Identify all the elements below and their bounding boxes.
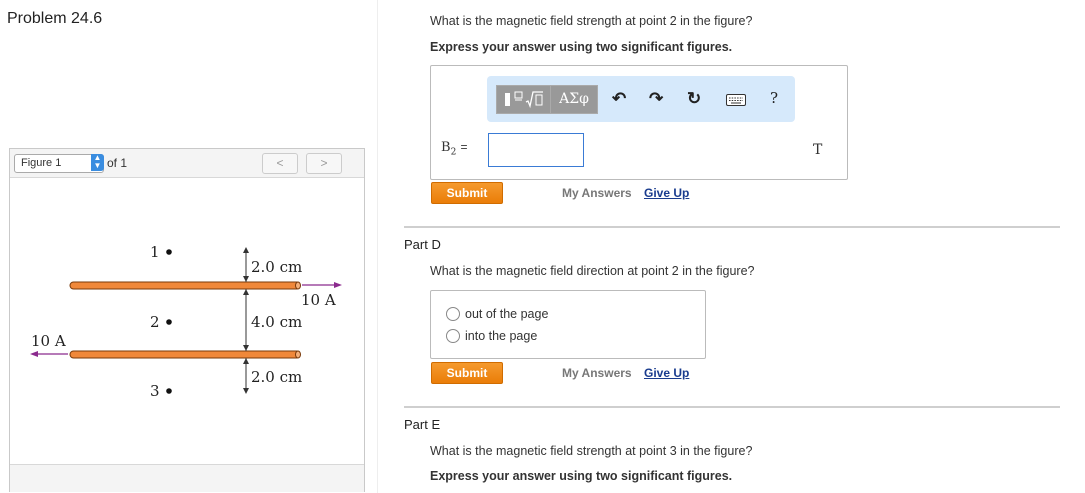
part-e-instruction: Express your answer using two significan… bbox=[430, 469, 733, 483]
undo-icon[interactable]: ↶ bbox=[612, 89, 626, 109]
part-c-submit-button[interactable]: Submit bbox=[431, 182, 503, 204]
section-divider bbox=[404, 226, 1060, 228]
part-d-options: out of the page into the page bbox=[430, 290, 706, 359]
equals-sign: = bbox=[460, 140, 468, 154]
point-3-dot bbox=[166, 388, 172, 394]
figure-select[interactable]: Figure 1 ▲ ▼ bbox=[14, 154, 104, 173]
answer-input[interactable] bbox=[488, 133, 584, 167]
dimension-arrowhead bbox=[243, 247, 249, 253]
top-current-arrowhead bbox=[334, 282, 342, 288]
part-c-question: What is the magnetic field strength at p… bbox=[430, 14, 753, 28]
part-c-instruction: Express your answer using two significan… bbox=[430, 40, 733, 54]
figure-diagram: 1 2 3 2.0 cm 4.0 cm 2.0 cm 10 A 10 A bbox=[30, 243, 342, 400]
previous-figure-button[interactable]: < bbox=[262, 153, 298, 174]
part-e-question: What is the magnetic field strength at p… bbox=[430, 444, 753, 458]
part-c-give-up-link[interactable]: Give Up bbox=[644, 186, 689, 200]
variable-symbol: B bbox=[441, 140, 451, 155]
option-into-page[interactable]: into the page bbox=[465, 329, 537, 343]
bottom-wire bbox=[69, 350, 301, 359]
dimension-arrowhead bbox=[243, 276, 249, 282]
radio-into-page[interactable] bbox=[446, 329, 460, 343]
dimension-arrowhead bbox=[243, 345, 249, 351]
point-2-dot bbox=[166, 319, 172, 325]
column-divider bbox=[377, 0, 378, 493]
top-wire bbox=[69, 281, 301, 290]
bottom-current-label: 10 A bbox=[31, 332, 66, 350]
point-1-label: 1 bbox=[150, 243, 160, 261]
keyboard-icon[interactable] bbox=[726, 93, 746, 111]
part-d-question: What is the magnetic field direction at … bbox=[430, 264, 755, 278]
figure-footer bbox=[10, 464, 364, 492]
dimension-arrowhead bbox=[243, 358, 249, 364]
part-d-label: Part D bbox=[404, 237, 441, 252]
option-out-of-page[interactable]: out of the page bbox=[465, 307, 548, 321]
part-d-give-up-link[interactable]: Give Up bbox=[644, 366, 689, 380]
figure-panel: Figure 1 ▲ ▼ of 1 < > 1 2 3 2.0 cm 4.0 c… bbox=[9, 148, 365, 492]
redo-icon[interactable]: ↷ bbox=[649, 89, 663, 109]
part-e-label: Part E bbox=[404, 417, 441, 432]
distance-bottom-label: 2.0 cm bbox=[251, 368, 302, 386]
bottom-current-arrowhead bbox=[30, 351, 38, 357]
distance-middle-label: 4.0 cm bbox=[251, 313, 302, 331]
part-c-my-answers-link[interactable]: My Answers bbox=[562, 186, 632, 200]
variable-subscript: 2 bbox=[450, 147, 457, 158]
dimension-arrowhead bbox=[243, 388, 249, 394]
select-arrows-icon: ▲ ▼ bbox=[91, 154, 104, 171]
point-3-label: 3 bbox=[150, 382, 160, 400]
problem-title: Problem 24.6 bbox=[7, 10, 103, 27]
figure-select-value: Figure 1 bbox=[21, 157, 62, 169]
radio-out-of-page[interactable] bbox=[446, 307, 460, 321]
dimension-arrowhead bbox=[243, 289, 249, 295]
reset-icon[interactable]: ↻ bbox=[687, 89, 701, 109]
distance-top-label: 2.0 cm bbox=[251, 258, 302, 276]
figure-count: of 1 bbox=[107, 156, 128, 170]
next-figure-button[interactable]: > bbox=[306, 153, 342, 174]
variable-label: B2 = bbox=[441, 140, 467, 158]
section-divider bbox=[404, 406, 1060, 408]
greek-symbols-button[interactable]: ΑΣφ bbox=[550, 85, 598, 114]
answer-box: ΑΣφ ↶ ↷ ↻ ? B2 = T bbox=[430, 65, 848, 180]
bottom-wire-end bbox=[295, 350, 301, 359]
top-current-label: 10 A bbox=[301, 291, 336, 309]
part-d-my-answers-link[interactable]: My Answers bbox=[562, 366, 632, 380]
math-toolbar: ΑΣφ ↶ ↷ ↻ ? bbox=[487, 76, 795, 122]
help-button[interactable]: ? bbox=[770, 89, 778, 107]
part-d-submit-button[interactable]: Submit bbox=[431, 362, 503, 384]
figure-header: Figure 1 ▲ ▼ of 1 < > bbox=[10, 149, 364, 178]
point-1-dot bbox=[166, 249, 172, 255]
fraction-sqrt-template-icon[interactable] bbox=[496, 85, 551, 114]
point-2-label: 2 bbox=[150, 313, 160, 331]
top-wire-end bbox=[295, 281, 301, 290]
unit-label: T bbox=[813, 142, 823, 158]
